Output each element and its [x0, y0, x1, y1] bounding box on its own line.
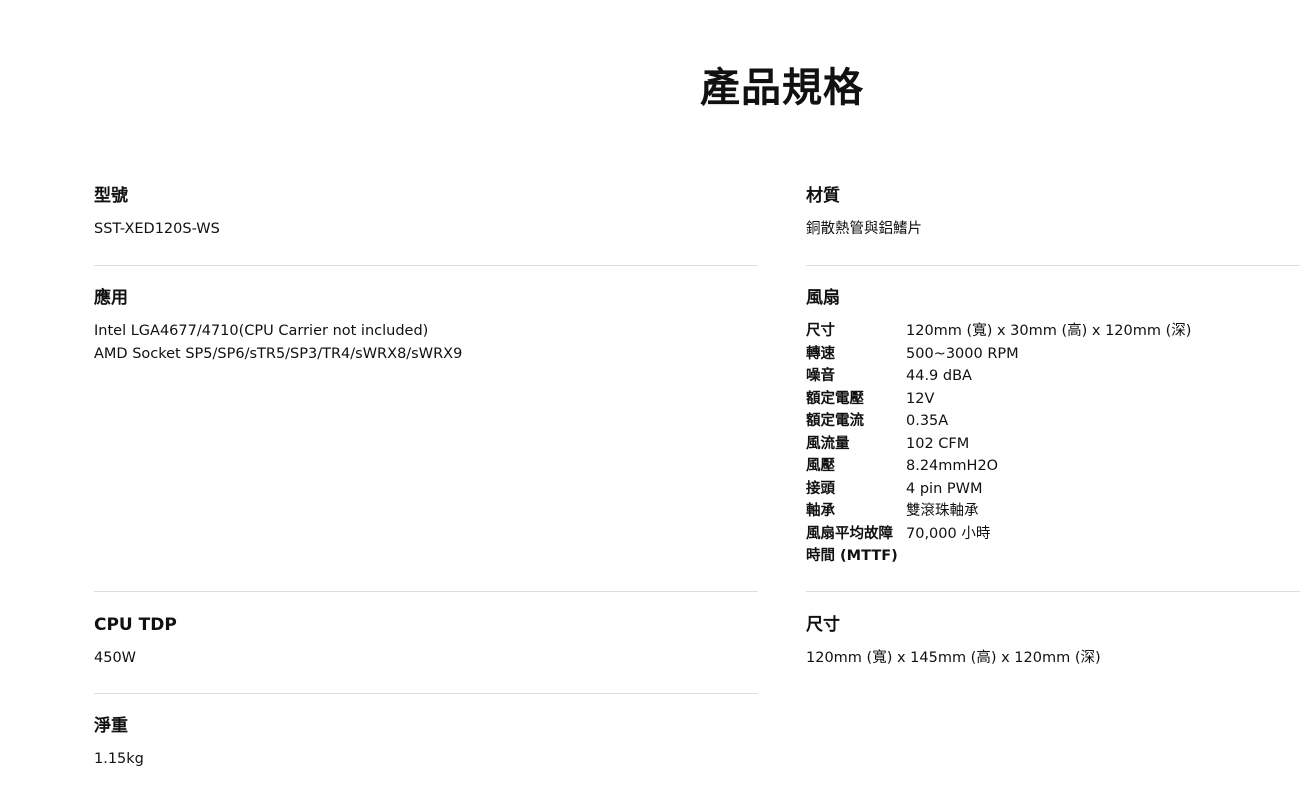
- spec-fan: 風扇 尺寸 120mm (寬) x 30mm (高) x 120mm (深) 轉…: [806, 266, 1300, 592]
- spec-material-heading: 材質: [806, 186, 840, 206]
- fan-value: 500~3000 RPM: [906, 345, 1019, 362]
- spec-net-weight-heading: 淨重: [94, 716, 128, 736]
- fan-row-speed: 轉速 500~3000 RPM: [806, 343, 1300, 366]
- fan-value: 0.35A: [906, 413, 949, 429]
- fan-row-bearing: 軸承 雙滾珠軸承: [806, 500, 1300, 523]
- fan-value: 12V: [906, 390, 935, 407]
- spec-material-value: 銅散熱管與鋁鰭片: [806, 221, 922, 237]
- spec-net-weight: 淨重 1.15kg: [94, 694, 758, 784]
- fan-key: 風壓: [806, 458, 835, 474]
- spec-application: 應用 Intel LGA4677/4710(CPU Carrier not in…: [94, 266, 758, 592]
- spec-column-right: 材質 銅散熱管與鋁鰭片 風扇 尺寸 120mm (寬) x 30mm (高) x…: [806, 183, 1300, 694]
- application-line-amd: AMD Socket SP5/SP6/sTR5/SP3/TR4/sWRX8/sW…: [94, 345, 463, 362]
- fan-row-mttf: 風扇平均故障 70,000 小時: [806, 523, 1300, 546]
- fan-row-air-pressure: 風壓 8.24mmH2O: [806, 455, 1300, 478]
- fan-value: 120mm (寬) x 30mm (高) x 120mm (深): [906, 323, 1192, 339]
- fan-key: 風扇平均故障: [806, 525, 893, 542]
- spec-cpu-tdp-heading: CPU TDP: [94, 615, 177, 635]
- fan-value: 雙滾珠軸承: [906, 503, 979, 519]
- fan-row-noise: 噪音 44.9 dBA: [806, 365, 1300, 388]
- spec-model-value: SST-XED120S-WS: [94, 221, 220, 237]
- spec-dimensions-heading: 尺寸: [806, 615, 840, 635]
- page-title: 產品規格: [700, 65, 864, 111]
- fan-row-mttf-cont: 時間 (MTTF): [806, 545, 1300, 568]
- fan-key: 時間 (MTTF): [806, 548, 898, 564]
- fan-row-connector: 接頭 4 pin PWM: [806, 478, 1300, 501]
- spec-model: 型號 SST-XED120S-WS: [94, 183, 758, 266]
- spec-application-heading: 應用: [94, 288, 128, 308]
- fan-row-airflow: 風流量 102 CFM: [806, 433, 1300, 456]
- spec-dimensions-value: 120mm (寬) x 145mm (高) x 120mm (深): [806, 650, 1101, 666]
- fan-key: 轉速: [806, 345, 835, 362]
- fan-key: 風流量: [806, 435, 850, 452]
- fan-spec-table: 尺寸 120mm (寬) x 30mm (高) x 120mm (深) 轉速 5…: [806, 320, 1300, 568]
- fan-key: 噪音: [806, 368, 835, 384]
- application-line-intel: Intel LGA4677/4710(CPU Carrier not inclu…: [94, 323, 429, 339]
- spec-net-weight-value: 1.15kg: [94, 751, 144, 767]
- fan-value: 8.24mmH2O: [906, 458, 999, 474]
- fan-value: 44.9 dBA: [906, 368, 972, 384]
- fan-row-rated-voltage: 額定電壓 12V: [806, 388, 1300, 411]
- spec-column-left: 型號 SST-XED120S-WS 應用 Intel LGA4677/4710(…: [94, 183, 758, 784]
- fan-value: 102 CFM: [906, 435, 970, 452]
- fan-row-size: 尺寸 120mm (寬) x 30mm (高) x 120mm (深): [806, 320, 1300, 343]
- spec-fan-heading: 風扇: [806, 288, 840, 308]
- fan-key: 額定電壓: [806, 390, 864, 407]
- fan-key: 尺寸: [806, 323, 835, 339]
- fan-key: 接頭: [806, 480, 835, 497]
- fan-key: 額定電流: [806, 413, 864, 429]
- spec-model-heading: 型號: [94, 186, 128, 206]
- fan-value: 70,000 小時: [906, 525, 991, 542]
- spec-application-value: Intel LGA4677/4710(CPU Carrier not inclu…: [94, 320, 758, 365]
- spec-material: 材質 銅散熱管與鋁鰭片: [806, 183, 1300, 266]
- spec-cpu-tdp-value: 450W: [94, 650, 137, 666]
- spec-cpu-tdp: CPU TDP 450W: [94, 592, 758, 694]
- fan-key: 軸承: [806, 503, 835, 519]
- fan-value: 4 pin PWM: [906, 480, 983, 497]
- fan-row-rated-current: 額定電流 0.35A: [806, 410, 1300, 433]
- spec-dimensions: 尺寸 120mm (寬) x 145mm (高) x 120mm (深): [806, 592, 1300, 694]
